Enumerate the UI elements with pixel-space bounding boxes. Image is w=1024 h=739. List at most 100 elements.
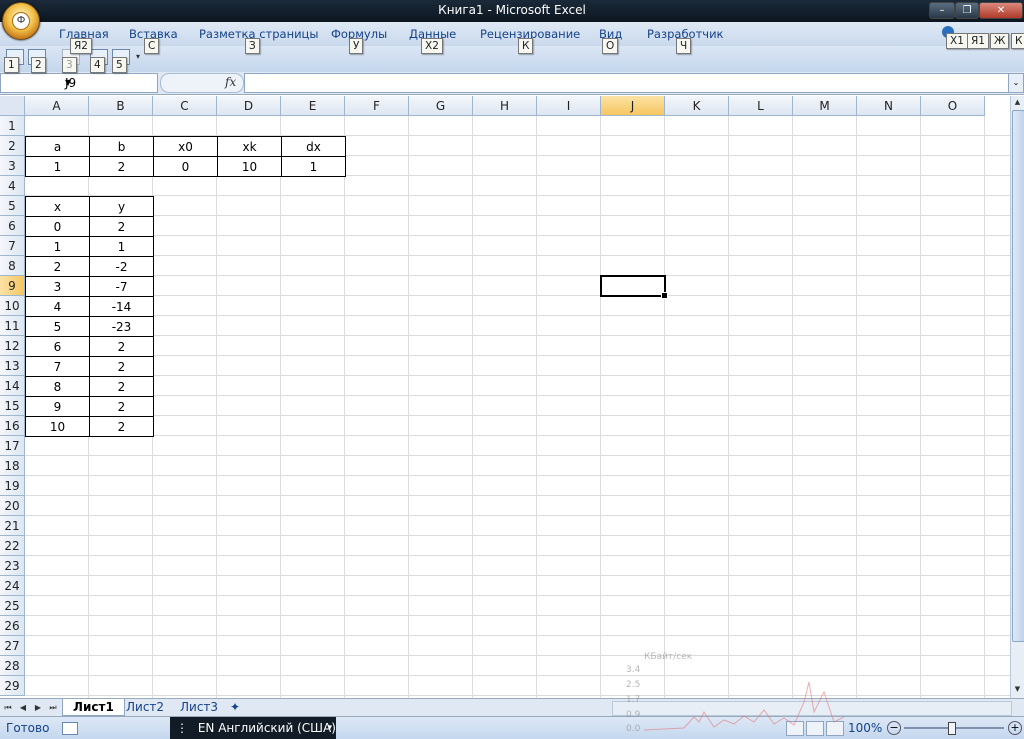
column-header-H[interactable]: H — [473, 96, 537, 116]
column-header-I[interactable]: I — [537, 96, 601, 116]
formula-input[interactable] — [244, 73, 1010, 93]
row-header-22[interactable]: 22 — [0, 536, 25, 556]
params-value-cell[interactable]: 2 — [89, 156, 154, 177]
zoom-slider[interactable] — [904, 722, 1004, 735]
xy-data-cell[interactable]: 2 — [89, 336, 154, 357]
language-bar[interactable]: ⋮ EN Английский (США) ▾ — [170, 717, 336, 739]
close-button[interactable]: ✕ — [979, 2, 1023, 19]
sheet-tab-2[interactable]: Лист2 — [116, 699, 174, 716]
row-header-5[interactable]: 5 — [0, 196, 25, 216]
column-header-K[interactable]: K — [665, 96, 729, 116]
xy-data-cell[interactable]: 0 — [25, 216, 90, 237]
xy-data-cell[interactable]: 5 — [25, 316, 90, 337]
xy-data-cell[interactable]: -2 — [89, 256, 154, 277]
column-header-A[interactable]: A — [25, 96, 89, 116]
minimize-button[interactable]: – — [929, 2, 955, 19]
vertical-scrollbar[interactable]: ▲ ▼ — [1010, 96, 1024, 698]
fill-handle[interactable] — [661, 292, 668, 299]
xy-data-cell[interactable]: -7 — [89, 276, 154, 297]
row-header-23[interactable]: 23 — [0, 556, 25, 576]
params-header-cell[interactable]: dx — [281, 136, 346, 157]
restore-button[interactable]: ❐ — [955, 2, 979, 19]
xy-header-cell[interactable]: x — [25, 196, 90, 217]
next-sheet-icon[interactable]: ▶ — [32, 701, 44, 714]
xy-data-cell[interactable]: 2 — [25, 256, 90, 277]
xy-data-cell[interactable]: -23 — [89, 316, 154, 337]
row-header-27[interactable]: 27 — [0, 636, 25, 656]
row-header-25[interactable]: 25 — [0, 596, 25, 616]
row-header-20[interactable]: 20 — [0, 496, 25, 516]
column-header-E[interactable]: E — [281, 96, 345, 116]
params-value-cell[interactable]: 1 — [25, 156, 90, 177]
column-header-M[interactable]: M — [793, 96, 857, 116]
xy-data-cell[interactable]: 10 — [25, 416, 90, 437]
customize-qat-icon[interactable]: ▾ — [136, 52, 140, 61]
name-box[interactable]: J9 ▼ — [0, 73, 158, 93]
row-header-17[interactable]: 17 — [0, 436, 25, 456]
column-header-C[interactable]: C — [153, 96, 217, 116]
scroll-down-icon[interactable]: ▼ — [1012, 684, 1023, 695]
last-sheet-icon[interactable]: ⏭ — [47, 701, 59, 714]
horizontal-scrollbar[interactable] — [612, 701, 1012, 716]
row-header-3[interactable]: 3 — [0, 156, 25, 176]
params-header-cell[interactable]: xk — [217, 136, 282, 157]
column-header-F[interactable]: F — [345, 96, 409, 116]
xy-data-cell[interactable]: 9 — [25, 396, 90, 417]
xy-header-cell[interactable]: y — [89, 196, 154, 217]
params-value-cell[interactable]: 0 — [153, 156, 218, 177]
vertical-scroll-thumb[interactable] — [1012, 110, 1024, 642]
insert-function-button[interactable]: fx — [225, 75, 236, 89]
row-header-4[interactable]: 4 — [0, 176, 25, 196]
page-break-view-icon[interactable] — [826, 721, 844, 736]
column-header-N[interactable]: N — [857, 96, 921, 116]
xy-data-cell[interactable]: 1 — [25, 236, 90, 257]
row-header-16[interactable]: 16 — [0, 416, 25, 436]
row-header-26[interactable]: 26 — [0, 616, 25, 636]
sheet-tab-3[interactable]: Лист3 — [170, 699, 228, 716]
xy-data-cell[interactable]: 2 — [89, 396, 154, 417]
row-header-18[interactable]: 18 — [0, 456, 25, 476]
column-header-D[interactable]: D — [217, 96, 281, 116]
zoom-out-icon[interactable]: − — [887, 721, 901, 735]
row-header-29[interactable]: 29 — [0, 676, 25, 696]
xy-data-cell[interactable]: 2 — [89, 376, 154, 397]
column-header-O[interactable]: O — [921, 96, 985, 116]
params-value-cell[interactable]: 1 — [281, 156, 346, 177]
row-header-15[interactable]: 15 — [0, 396, 25, 416]
row-header-21[interactable]: 21 — [0, 516, 25, 536]
params-header-cell[interactable]: b — [89, 136, 154, 157]
xy-data-cell[interactable]: 1 — [89, 236, 154, 257]
row-header-19[interactable]: 19 — [0, 476, 25, 496]
office-button[interactable]: Ф — [2, 2, 40, 40]
row-header-14[interactable]: 14 — [0, 376, 25, 396]
row-header-9[interactable]: 9 — [0, 276, 25, 296]
xy-data-cell[interactable]: 3 — [25, 276, 90, 297]
row-header-7[interactable]: 7 — [0, 236, 25, 256]
row-header-8[interactable]: 8 — [0, 256, 25, 276]
xy-data-cell[interactable]: 6 — [25, 336, 90, 357]
xy-data-cell[interactable]: -14 — [89, 296, 154, 317]
row-header-13[interactable]: 13 — [0, 356, 25, 376]
row-header-24[interactable]: 24 — [0, 576, 25, 596]
first-sheet-icon[interactable]: ⏮ — [2, 701, 14, 714]
xy-data-cell[interactable]: 4 — [25, 296, 90, 317]
params-header-cell[interactable]: a — [25, 136, 90, 157]
column-header-B[interactable]: B — [89, 96, 153, 116]
xy-data-cell[interactable]: 8 — [25, 376, 90, 397]
params-value-cell[interactable]: 10 — [217, 156, 282, 177]
row-header-2[interactable]: 2 — [0, 136, 25, 156]
row-header-28[interactable]: 28 — [0, 656, 25, 676]
column-header-J[interactable]: J — [601, 96, 665, 116]
normal-view-icon[interactable] — [786, 721, 804, 736]
insert-sheet-icon[interactable]: ✦ — [226, 699, 244, 716]
xy-data-cell[interactable]: 2 — [89, 216, 154, 237]
xy-data-cell[interactable]: 7 — [25, 356, 90, 377]
column-header-G[interactable]: G — [409, 96, 473, 116]
row-header-6[interactable]: 6 — [0, 216, 25, 236]
row-header-11[interactable]: 11 — [0, 316, 25, 336]
row-header-1[interactable]: 1 — [0, 116, 25, 136]
xy-data-cell[interactable]: 2 — [89, 416, 154, 437]
prev-sheet-icon[interactable]: ◀ — [17, 701, 29, 714]
select-all-corner[interactable] — [0, 96, 25, 116]
language-options-icon[interactable]: ▾ — [327, 717, 332, 739]
